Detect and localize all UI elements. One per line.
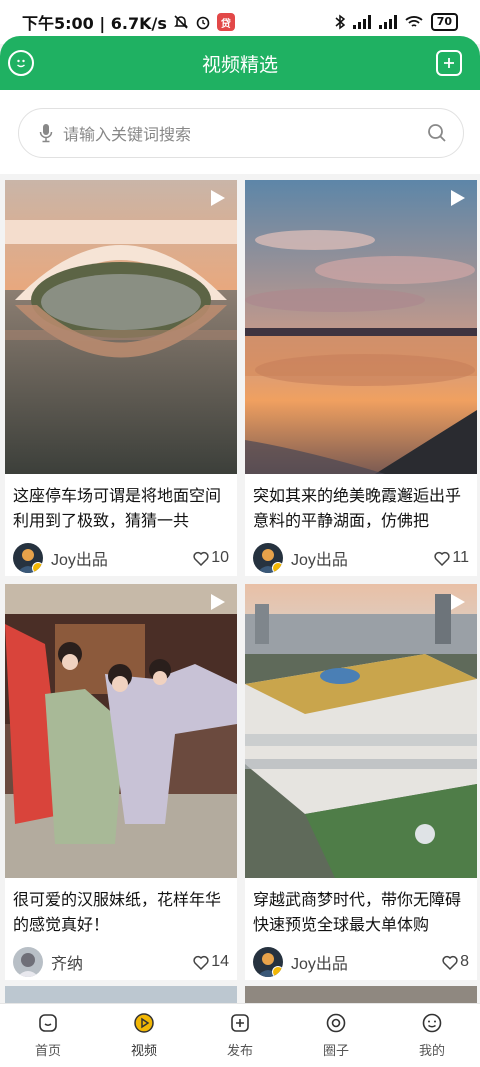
play-icon [451,190,465,206]
avatar[interactable] [13,947,43,977]
tab-label: 首页 [34,1043,61,1058]
tab-label: 发布 [226,1043,253,1058]
tab-label: 圈子 [322,1043,349,1058]
like-count: 10 [211,549,229,566]
verified-badge-icon [272,562,283,573]
tab-publish[interactable]: 发布 [192,1004,288,1067]
app-header: 视频精选 [0,36,480,90]
video-card[interactable] [245,986,477,1003]
tab-video[interactable]: 视频 [96,1004,192,1067]
search-section: 请输入关键词搜索 [0,90,480,174]
signal-1-icon [352,15,371,29]
heart-icon [442,955,458,970]
video-feed: 这座停车场可谓是将地面空间利用到了极致，猜猜一共 Joy出品 10 突如其来的绝… [0,174,480,1003]
search-icon[interactable] [427,123,447,143]
smiley-menu-icon[interactable] [8,50,34,76]
heart-icon [193,955,209,970]
video-title: 穿越武商梦时代，带你无障碍快速预览全球最大单体购 [253,892,462,934]
play-icon [451,594,465,610]
circle-icon [326,1013,346,1033]
tab-home[interactable]: 首页 [0,1004,96,1067]
video-card[interactable] [5,986,237,1003]
page-title: 视频精选 [201,54,278,76]
like-button[interactable]: 11 [434,549,469,567]
video-play-icon [134,1013,154,1033]
home-icon [39,1014,57,1032]
video-thumbnail[interactable] [5,584,237,878]
tab-label: 视频 [130,1043,157,1058]
author-name[interactable]: Joy出品 [291,546,434,570]
signal-2-icon [378,15,397,29]
alarm-icon [196,16,210,30]
author-name[interactable]: Joy出品 [291,950,442,974]
bottom-tab-bar: 首页 视频 发布 圈子 我的 [0,1003,480,1067]
like-count: 14 [211,953,229,970]
battery-icon: 70 [430,13,458,31]
video-card[interactable]: 这座停车场可谓是将地面空间利用到了极致，猜猜一共 Joy出品 10 [5,180,237,576]
profile-icon [422,1013,442,1033]
search-input[interactable]: 请输入关键词搜索 [18,108,464,158]
verified-badge-icon [32,562,43,573]
like-button[interactable]: 14 [193,953,229,971]
video-title: 很可爱的汉服妹纸，花样年华的感觉真好！ [13,892,222,934]
plus-icon [444,58,454,68]
video-thumbnail[interactable] [245,180,477,474]
video-thumbnail[interactable] [245,584,477,878]
video-card[interactable]: 很可爱的汉服妹纸，花样年华的感觉真好！ 齐纳 14 [5,584,237,980]
search-placeholder: 请输入关键词搜索 [63,127,192,144]
video-card[interactable]: 穿越武商梦时代，带你无障碍快速预览全球最大单体购 Joy出品 8 [245,584,477,980]
play-icon [211,594,225,610]
video-card[interactable]: 突如其来的绝美晚霞邂逅出乎意料的平静湖面，仿佛把 Joy出品 11 [245,180,477,576]
play-icon [211,190,225,206]
like-button[interactable]: 8 [442,953,469,971]
tab-circle[interactable]: 圈子 [288,1004,384,1067]
video-thumbnail[interactable] [5,180,237,474]
status-time-speed: 下午5:00 | 6.7K/s [22,14,167,33]
add-icon [231,1014,249,1032]
avatar[interactable] [253,543,283,573]
author-name[interactable]: Joy出品 [51,546,193,570]
video-title: 这座停车场可谓是将地面空间利用到了极致，猜猜一共 [13,488,222,530]
bluetooth-icon [335,14,345,30]
like-count: 11 [452,549,469,566]
like-count: 8 [460,953,469,970]
app-notification-icon: 贷 [216,13,235,31]
author-name[interactable]: 齐纳 [51,950,193,974]
heart-icon [193,551,209,566]
heart-icon [434,551,451,566]
add-post-button[interactable] [436,50,462,76]
mute-bell-icon [173,15,188,29]
verified-badge-icon [272,966,283,977]
avatar[interactable] [13,543,43,573]
wifi-icon [405,16,423,27]
video-title: 突如其来的绝美晚霞邂逅出乎意料的平静湖面，仿佛把 [253,488,462,530]
microphone-icon[interactable] [39,123,53,143]
avatar[interactable] [253,947,283,977]
tab-label: 我的 [418,1043,445,1058]
tab-profile[interactable]: 我的 [384,1004,480,1067]
like-button[interactable]: 10 [193,549,229,567]
